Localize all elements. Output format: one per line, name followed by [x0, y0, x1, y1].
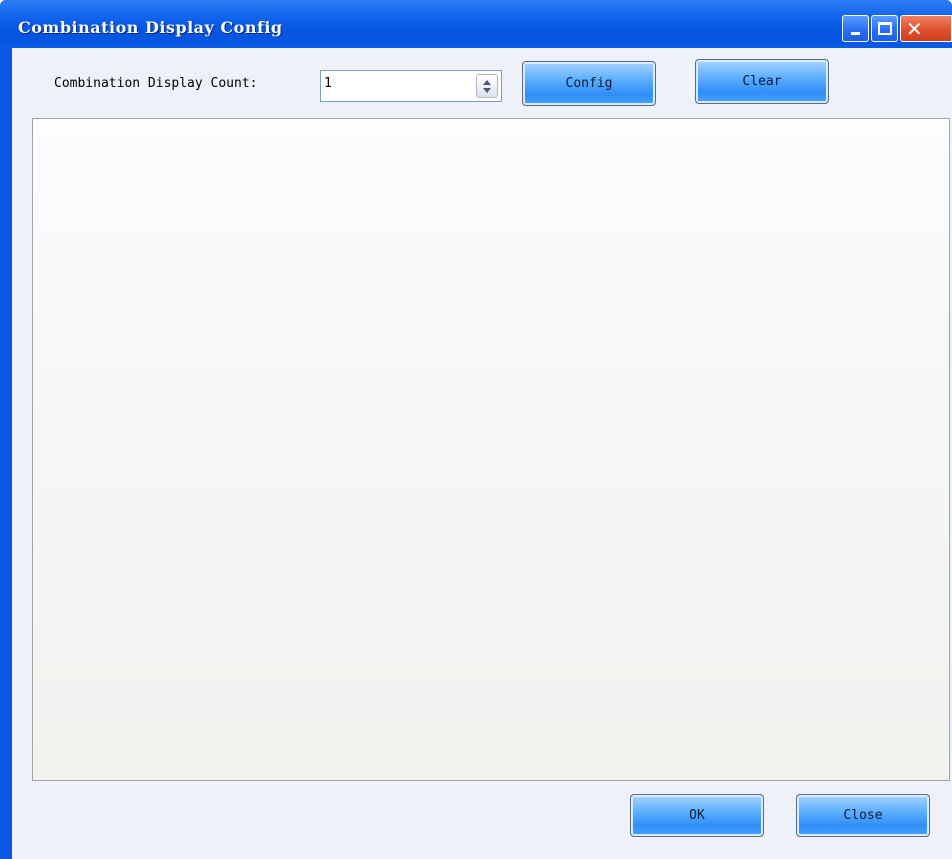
window-title: Combination Display Config: [18, 18, 283, 37]
display-layout-panel[interactable]: [32, 118, 950, 781]
maximize-button[interactable]: [871, 15, 898, 42]
config-button[interactable]: Config: [522, 61, 656, 106]
display-count-spinbox[interactable]: 1: [320, 70, 502, 102]
spin-down-icon[interactable]: [483, 88, 491, 93]
minimize-button[interactable]: [842, 15, 869, 42]
display-count-value[interactable]: 1: [324, 76, 332, 91]
display-count-label: Combination Display Count:: [54, 76, 258, 91]
dialog-window: Combination Display Config ✕ Combination…: [0, 0, 952, 859]
maximize-icon: [878, 22, 892, 35]
window-close-button[interactable]: ✕: [900, 15, 952, 42]
close-icon: ✕: [906, 17, 923, 41]
close-button[interactable]: Close: [796, 794, 930, 837]
ok-button[interactable]: OK: [630, 794, 764, 837]
spin-up-icon[interactable]: [483, 80, 491, 85]
title-bar[interactable]: Combination Display Config ✕: [0, 0, 952, 48]
minimize-icon: [851, 32, 860, 35]
spin-buttons[interactable]: [476, 74, 498, 98]
dialog-content: Combination Display Count: 1 Config Clea…: [12, 48, 952, 859]
clear-button[interactable]: Clear: [695, 59, 829, 104]
